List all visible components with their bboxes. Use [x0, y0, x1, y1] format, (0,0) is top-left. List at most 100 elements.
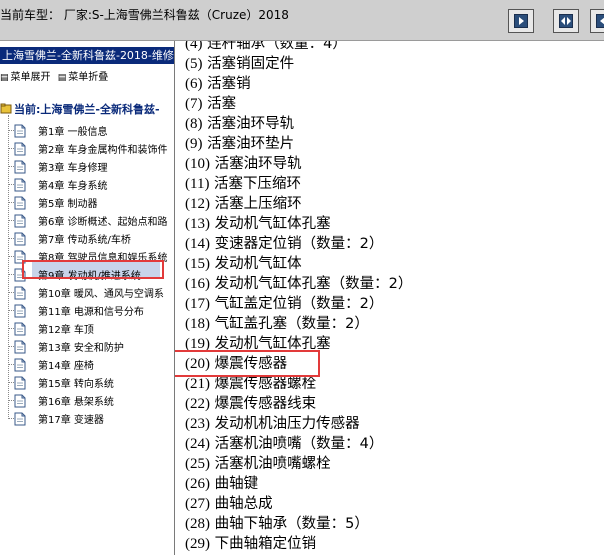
chapter-label: 第3章 车身修理 [38, 162, 108, 174]
part-number: (7) [185, 96, 203, 112]
part-item[interactable]: (6) 活塞销 [185, 74, 412, 94]
part-number: (12) [185, 196, 210, 212]
part-item[interactable]: (9) 活塞油环垫片 [185, 134, 412, 154]
part-name: 活塞下压缩环 [214, 176, 302, 192]
part-name: 曲轴键 [214, 476, 259, 492]
part-item[interactable]: (12) 活塞上压缩环 [185, 194, 412, 214]
part-name: 爆震传感器螺栓 [214, 376, 317, 392]
part-item[interactable]: (15) 发动机气缸体 [185, 254, 412, 274]
chapter-item[interactable]: 第15章 转向系统 [8, 372, 114, 392]
part-number: (14) [185, 236, 210, 252]
split-view-button[interactable] [553, 9, 579, 33]
part-number: (24) [185, 436, 210, 452]
part-name: 变速器定位销（数量：2） [214, 236, 384, 252]
part-item[interactable]: (13) 发动机气缸体孔塞 [185, 214, 412, 234]
part-item[interactable]: (5) 活塞销固定件 [185, 54, 412, 74]
part-number: (13) [185, 216, 210, 232]
menu-expand-icon: ▤ [0, 73, 9, 83]
document-icon [14, 213, 26, 228]
part-number: (25) [185, 456, 210, 472]
part-highlight-box [175, 350, 320, 377]
part-name: 活塞上压缩环 [214, 196, 302, 212]
chapter-item[interactable]: 第6章 诊断概述、起始点和路 [8, 210, 168, 230]
expand-right-button[interactable] [508, 9, 534, 33]
part-number: (16) [185, 276, 210, 292]
parts-list: (4) 连杆轴承（数量：4） (5) 活塞销固定件 (6) 活塞销 (7) 活塞 (8)… [185, 41, 412, 554]
document-icon [14, 303, 26, 318]
part-item[interactable]: (24) 活塞机油喷嘴（数量：4） [185, 434, 412, 454]
chapter-item[interactable]: 第17章 变速器 [8, 408, 104, 428]
part-number: (28) [185, 516, 210, 532]
expand-left-icon [596, 14, 604, 28]
document-icon [14, 231, 26, 246]
document-icon [14, 195, 26, 210]
part-item[interactable]: (16) 发动机气缸体孔塞（数量：2） [185, 274, 412, 294]
chapter-item[interactable]: 第2章 车身金属构件和装饰件 [8, 138, 168, 158]
part-item[interactable]: (29) 下曲轴箱定位销 [185, 534, 412, 554]
part-number: (26) [185, 476, 210, 492]
chapter-item[interactable]: 第5章 制动器 [8, 192, 98, 212]
chapter-item[interactable]: 第12章 车顶 [8, 318, 94, 338]
chapter-label: 第6章 诊断概述、起始点和路 [38, 216, 168, 228]
chapter-item[interactable]: 第4章 车身系统 [8, 174, 108, 194]
part-name: 气缸盖定位销（数量：2） [214, 296, 384, 312]
part-item[interactable]: (26) 曲轴键 [185, 474, 412, 494]
chapter-item[interactable]: 第7章 传动系统/车桥 [8, 228, 131, 248]
part-name: 活塞机油喷嘴（数量：4） [214, 436, 384, 452]
chapter-label: 第11章 电源和信号分布 [38, 306, 144, 318]
part-number: (17) [185, 296, 210, 312]
menu-collapse-button[interactable]: 菜单折叠 [68, 72, 108, 83]
part-name: 活塞销固定件 [207, 56, 295, 72]
part-name: 下曲轴箱定位销 [214, 536, 317, 552]
part-item[interactable]: (27) 曲轴总成 [185, 494, 412, 514]
menu-collapse-icon: ▤ [57, 73, 67, 83]
top-toolbar: 当前车型： 厂家:S-上海雪佛兰科鲁兹（Cruze）2018 [0, 0, 604, 41]
menu-expand-button[interactable]: 菜单展开 [11, 72, 51, 83]
part-item[interactable]: (17) 气缸盖定位销（数量：2） [185, 294, 412, 314]
part-item[interactable]: (23) 发动机机油压力传感器 [185, 414, 412, 434]
part-item[interactable]: (8) 活塞油环导轨 [185, 114, 412, 134]
part-item[interactable]: (18) 气缸盖孔塞（数量：2） [185, 314, 412, 334]
expand-right-icon [514, 14, 528, 28]
chapter-label: 第17章 变速器 [38, 414, 104, 426]
split-view-icon [559, 14, 573, 28]
document-icon [14, 285, 26, 300]
document-icon [14, 411, 26, 426]
part-item[interactable]: (28) 曲轴下轴承（数量：5） [185, 514, 412, 534]
document-icon [14, 141, 26, 156]
chapter-label: 第16章 悬架系统 [38, 396, 114, 408]
chapter-item[interactable]: 第13章 安全和防护 [8, 336, 124, 356]
part-item[interactable]: (21) 爆震传感器螺栓 [185, 374, 412, 394]
chapter-item[interactable]: 第11章 电源和信号分布 [8, 300, 144, 320]
chapter-label: 第2章 车身金属构件和装饰件 [38, 144, 168, 156]
chapter-item[interactable]: 第16章 悬架系统 [8, 390, 114, 410]
part-item[interactable]: (14) 变速器定位销（数量：2） [185, 234, 412, 254]
expand-left-button[interactable] [590, 9, 604, 33]
part-number: (21) [185, 376, 210, 392]
part-item[interactable]: (4) 连杆轴承（数量：4） [185, 41, 412, 54]
chapter-label: 第13章 安全和防护 [38, 342, 124, 354]
part-name: 活塞油环导轨 [214, 156, 302, 172]
chapter-item[interactable]: 第10章 暖风、通风与空调系 [8, 282, 164, 302]
chapter-item[interactable]: 第1章 一般信息 [8, 120, 108, 140]
chapter-label: 第1章 一般信息 [38, 126, 108, 138]
chapter-item[interactable]: 第14章 座椅 [8, 354, 94, 374]
chapter-label: 第4章 车身系统 [38, 180, 108, 192]
part-number: (4) [185, 41, 203, 52]
part-name: 活塞机油喷嘴螺栓 [214, 456, 331, 472]
part-item[interactable]: (7) 活塞 [185, 94, 412, 114]
document-icon [14, 159, 26, 174]
chapter-label: 第12章 车顶 [38, 324, 94, 336]
document-icon [14, 177, 26, 192]
part-item[interactable]: (11) 活塞下压缩环 [185, 174, 412, 194]
part-item[interactable]: (10) 活塞油环导轨 [185, 154, 412, 174]
part-number: (11) [185, 176, 210, 192]
part-name: 发动机机油压力传感器 [214, 416, 360, 432]
chapter-label: 第7章 传动系统/车桥 [38, 234, 131, 246]
tree-root-item[interactable]: 当前:上海雪佛兰-全新科鲁兹- [0, 100, 160, 118]
part-item[interactable]: (25) 活塞机油喷嘴螺栓 [185, 454, 412, 474]
document-icon [14, 357, 26, 372]
part-item[interactable]: (22) 爆震传感器线束 [185, 394, 412, 414]
part-name: 曲轴总成 [214, 496, 273, 512]
chapter-item[interactable]: 第3章 车身修理 [8, 156, 108, 176]
